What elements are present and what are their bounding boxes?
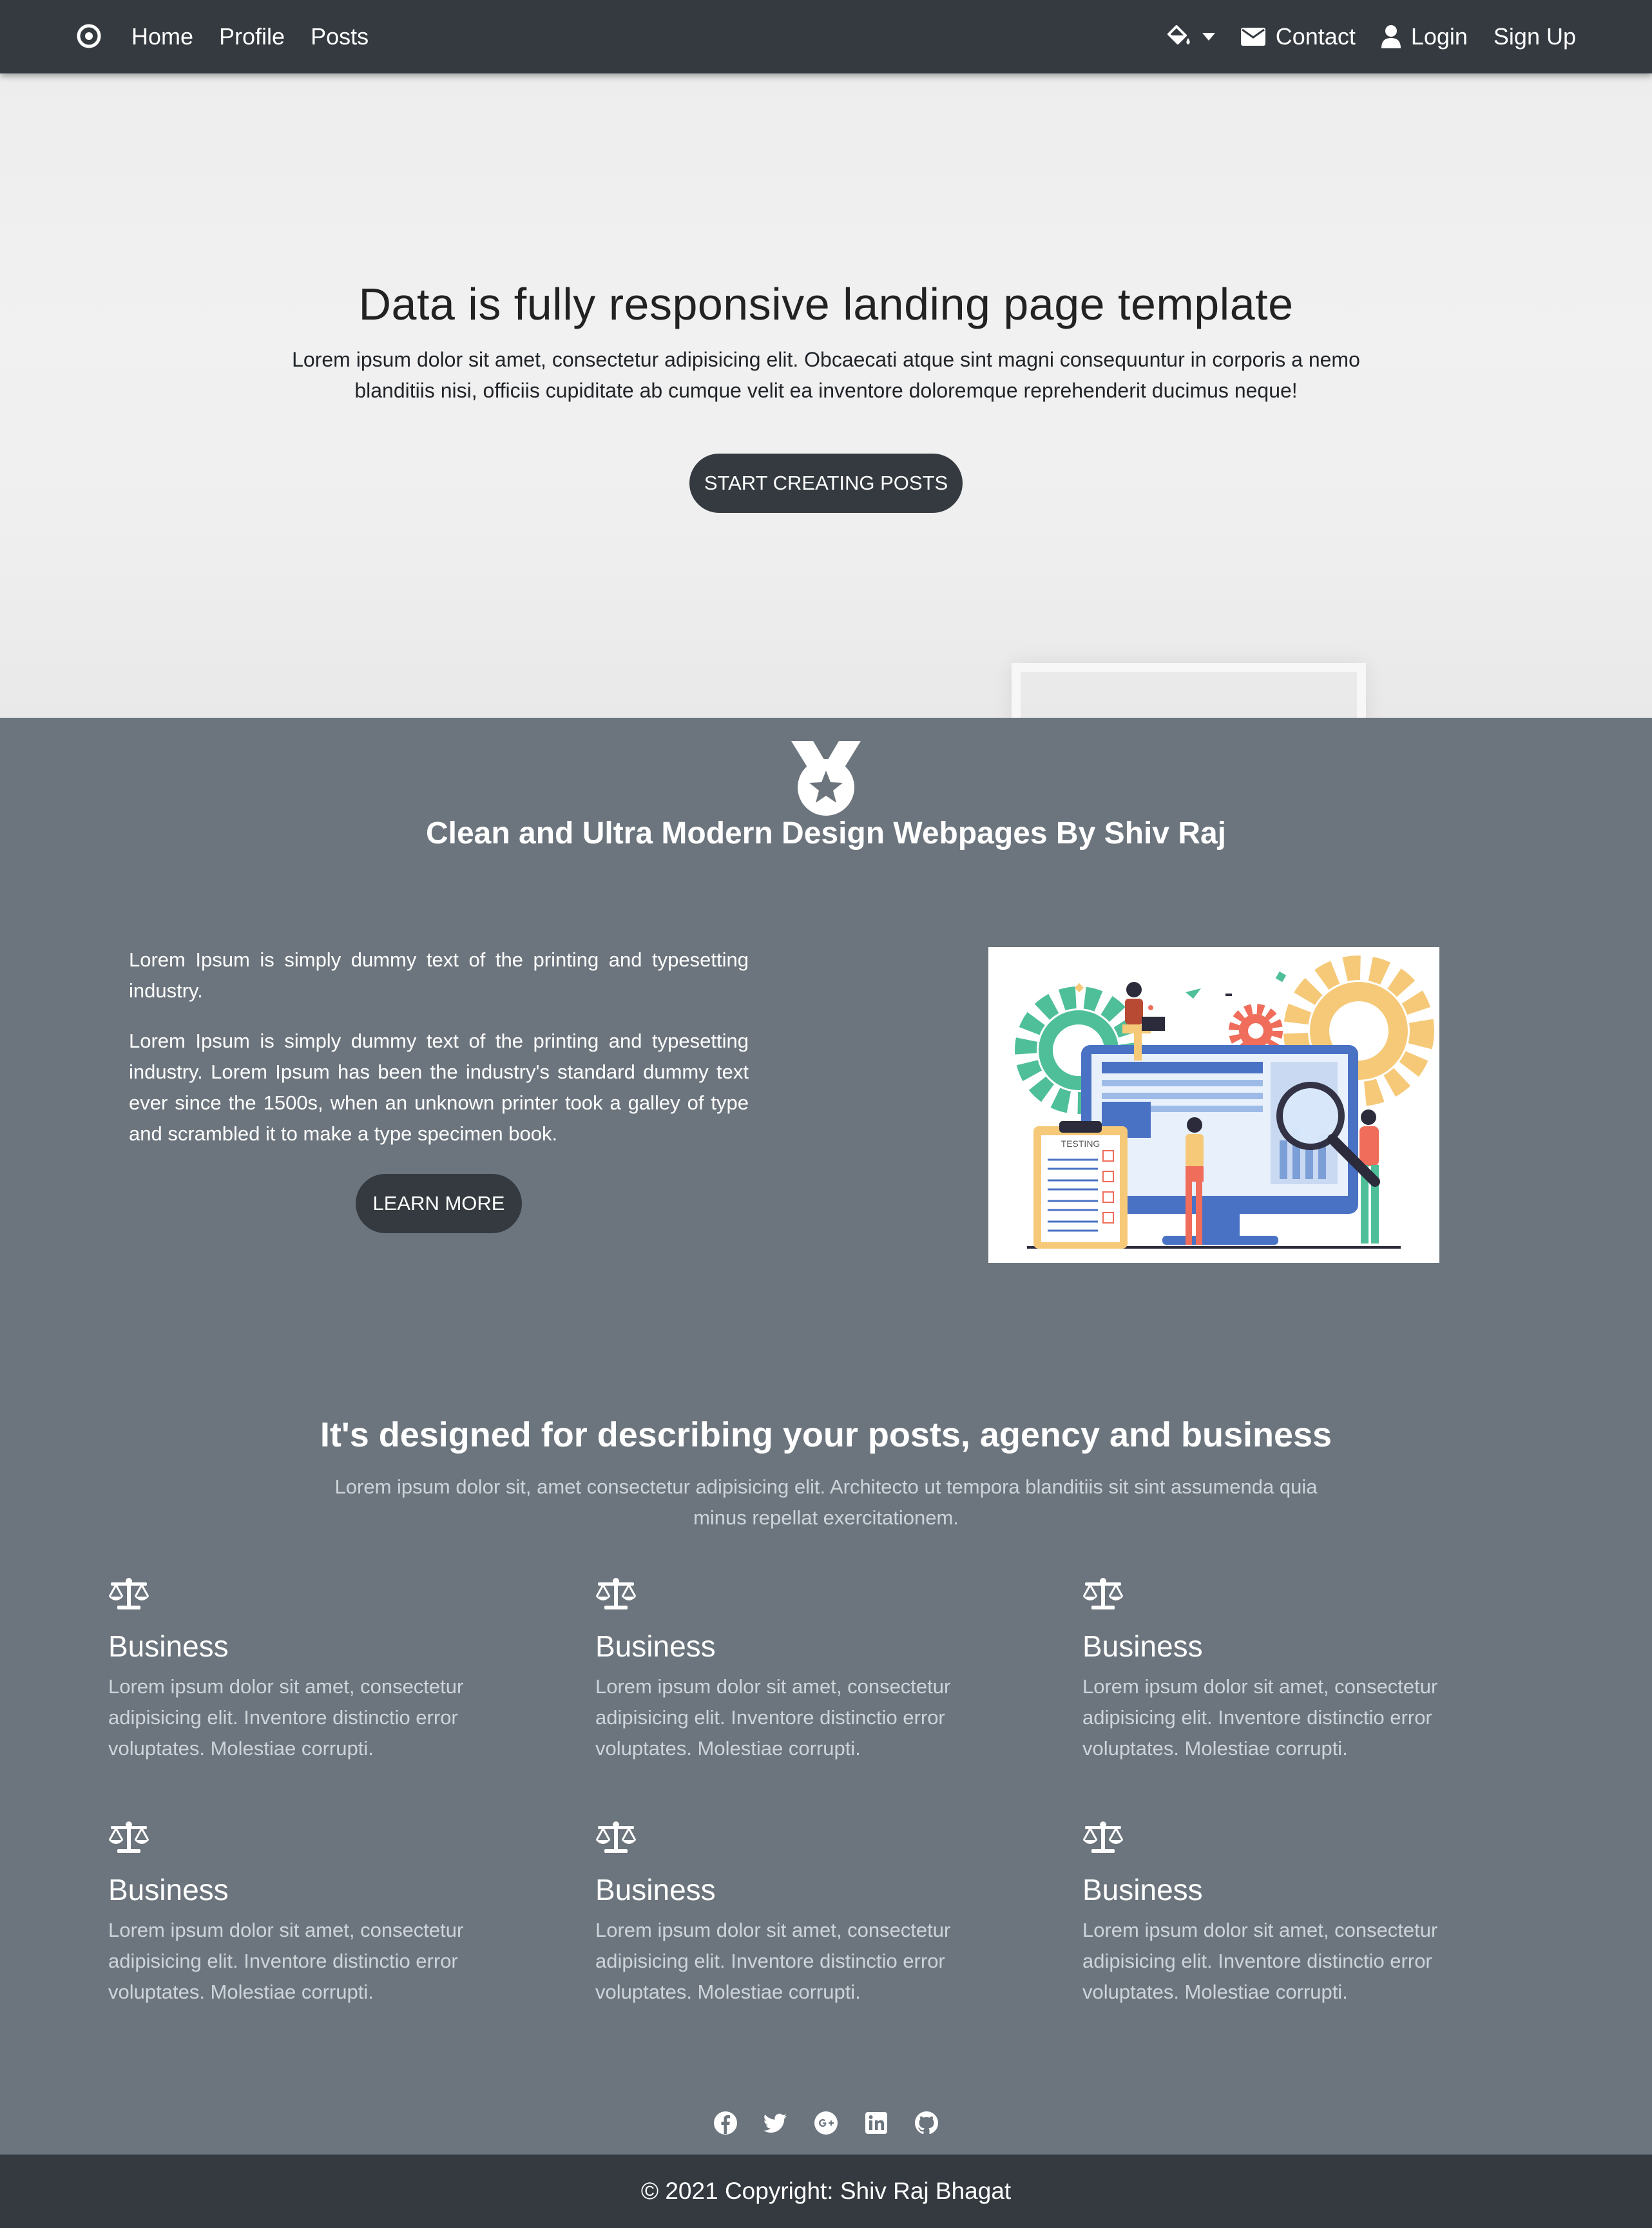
service-text: Lorem ipsum dolor sit amet, consectetur … xyxy=(595,1675,951,1760)
google-plus-icon[interactable] xyxy=(814,2111,838,2135)
about-text: Lorem Ipsum is simply dummy text of the … xyxy=(129,945,749,1149)
learn-more-button[interactable]: LEARN MORE xyxy=(356,1174,522,1233)
contact-link[interactable]: Contact xyxy=(1240,23,1356,50)
services-title: It's designed for describing your posts,… xyxy=(320,1416,1332,1454)
nav-home-link[interactable]: Home xyxy=(131,23,193,50)
contact-label: Contact xyxy=(1275,23,1356,50)
service-text: Lorem ipsum dolor sit amet, consectetur … xyxy=(1082,1675,1438,1760)
services-subtitle: Lorem ipsum dolor sit, amet consectetur … xyxy=(334,1475,1318,1529)
nav-actions: Contact Login Sign Up xyxy=(1166,0,1576,73)
about-paragraph-1: Lorem Ipsum is simply dummy text of the … xyxy=(129,948,749,1002)
hero-subtitle: Lorem ipsum dolor sit amet, consectetur … xyxy=(292,348,1360,402)
service-title: Business xyxy=(1082,1873,1203,1906)
navbar: Home Profile Posts Contact Login Sign Up xyxy=(0,0,1652,73)
target-icon[interactable] xyxy=(76,23,102,49)
balance-scale-icon xyxy=(108,1821,149,1853)
twitter-icon[interactable] xyxy=(764,2111,788,2135)
service-card-1: Business Lorem ipsum dolor sit amet, con… xyxy=(108,1577,521,1764)
signup-label: Sign Up xyxy=(1493,23,1576,50)
facebook-icon[interactable] xyxy=(713,2111,738,2135)
balance-scale-icon xyxy=(108,1578,149,1609)
signup-link[interactable]: Sign Up xyxy=(1494,23,1576,50)
illustration-testing-label: TESTING xyxy=(1061,1138,1100,1149)
login-label: Login xyxy=(1410,23,1468,50)
service-title: Business xyxy=(1082,1629,1203,1663)
github-icon[interactable] xyxy=(914,2111,939,2135)
balance-scale-icon xyxy=(1082,1821,1124,1853)
paint-bucket-icon xyxy=(1167,25,1190,44)
linkedin-icon[interactable] xyxy=(864,2111,888,2135)
service-card-5: Business Lorem ipsum dolor sit amet, con… xyxy=(595,1821,1008,2008)
social-links xyxy=(0,2111,1652,2135)
service-card-2: Business Lorem ipsum dolor sit amet, con… xyxy=(595,1577,1008,1764)
service-text: Lorem ipsum dolor sit amet, consectetur … xyxy=(108,1675,464,1760)
testing-illustration: TESTING xyxy=(988,947,1439,1263)
hero-background-frame xyxy=(1012,663,1366,718)
service-title: Business xyxy=(108,1873,229,1906)
nav-profile-link[interactable]: Profile xyxy=(219,23,285,50)
medal-icon xyxy=(791,741,861,816)
service-title: Business xyxy=(108,1629,229,1663)
hero-section: Data is fully responsive landing page te… xyxy=(0,73,1652,718)
footer: © 2021 Copyright: Shiv Raj Bhagat xyxy=(0,2155,1652,2228)
service-title: Business xyxy=(595,1629,716,1663)
copyright-text: © 2021 Copyright: Shiv Raj Bhagat xyxy=(640,2178,1012,2204)
nav-links: Home Profile Posts xyxy=(131,0,369,73)
envelope-icon xyxy=(1240,28,1265,46)
nav-posts-link[interactable]: Posts xyxy=(311,23,369,50)
theme-dropdown[interactable] xyxy=(1166,25,1215,48)
balance-scale-icon xyxy=(1082,1578,1124,1609)
service-card-6: Business Lorem ipsum dolor sit amet, con… xyxy=(1082,1821,1495,2008)
service-text: Lorem ipsum dolor sit amet, consectetur … xyxy=(595,1919,951,2003)
service-card-4: Business Lorem ipsum dolor sit amet, con… xyxy=(108,1821,521,2008)
feature-title: Clean and Ultra Modern Design Webpages B… xyxy=(425,816,1227,850)
service-text: Lorem ipsum dolor sit amet, consectetur … xyxy=(108,1919,464,2003)
balance-scale-icon xyxy=(595,1578,637,1609)
service-text: Lorem ipsum dolor sit amet, consectetur … xyxy=(1082,1919,1438,2003)
service-card-3: Business Lorem ipsum dolor sit amet, con… xyxy=(1082,1577,1495,1764)
start-creating-posts-button[interactable]: START CREATING POSTS xyxy=(689,454,963,513)
about-paragraph-2: Lorem Ipsum is simply dummy text of the … xyxy=(129,1030,749,1145)
hero-title: Data is fully responsive landing page te… xyxy=(358,279,1294,329)
user-icon xyxy=(1381,25,1401,48)
caret-down-icon xyxy=(1202,33,1215,41)
login-link[interactable]: Login xyxy=(1381,23,1468,50)
balance-scale-icon xyxy=(595,1821,637,1853)
service-title: Business xyxy=(595,1873,716,1906)
